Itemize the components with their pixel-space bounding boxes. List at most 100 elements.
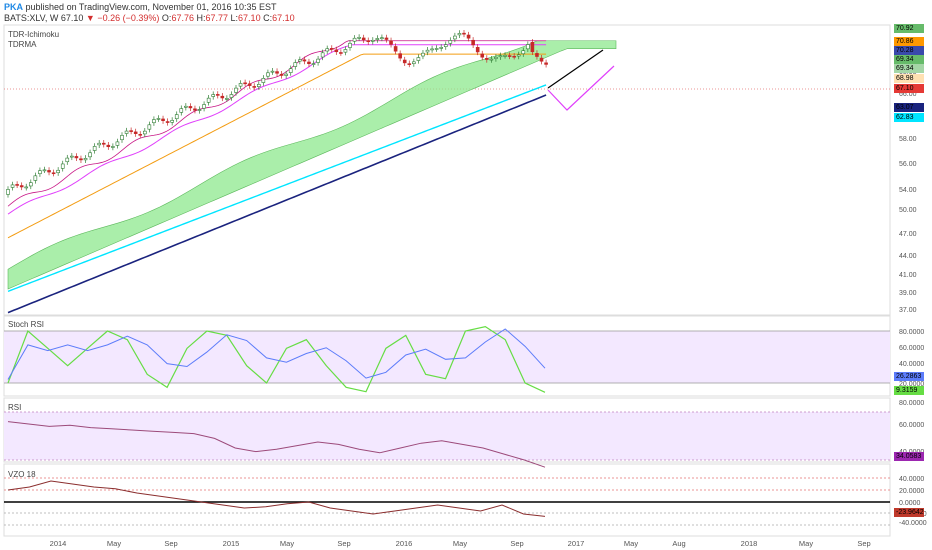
candle-body — [494, 57, 498, 59]
candle-body — [161, 118, 165, 121]
vzo-tag: -23.9642 — [894, 508, 924, 517]
candle-body — [453, 35, 457, 40]
candle-body — [129, 130, 133, 132]
candle-body — [65, 157, 70, 163]
candle-body — [115, 141, 120, 146]
candle-body — [79, 158, 83, 161]
candle-body — [225, 98, 229, 100]
time-tick-label: May — [280, 539, 294, 548]
candle-body — [402, 59, 407, 64]
indicator-tdrma-label[interactable]: TDRMA — [8, 40, 36, 49]
candle-body — [188, 106, 193, 109]
price-tick-label: 50.00 — [899, 207, 917, 214]
candle-body — [366, 40, 371, 42]
price-tag: 70.92 — [894, 24, 924, 33]
candle-body — [256, 84, 261, 87]
candle-body — [111, 146, 115, 148]
price-tick-label: 56.00 — [899, 161, 917, 168]
candle-body — [156, 118, 161, 120]
rsi-tag: 34.0583 — [894, 452, 924, 461]
candle-body — [170, 120, 174, 123]
candle-body — [393, 46, 398, 52]
candle-body — [184, 105, 188, 108]
candle-body — [352, 37, 357, 42]
candle-body — [247, 83, 252, 86]
candle-body — [19, 185, 24, 188]
price-tag: 67.10 — [894, 84, 924, 93]
candle-body — [384, 37, 389, 40]
candle-body — [343, 49, 348, 53]
stoch-d-tag: 26.2863 — [894, 372, 924, 381]
candle-body — [407, 63, 412, 65]
candle-body — [466, 34, 471, 39]
candle-body — [421, 52, 425, 57]
price-tag: 69.34 — [894, 64, 924, 73]
candle-body — [88, 152, 92, 158]
candle-body — [448, 40, 453, 44]
candle-body — [325, 48, 330, 52]
candle-body — [439, 47, 444, 49]
price-tick-label: 54.00 — [899, 187, 917, 194]
candle-body — [489, 58, 494, 61]
price-tick-label: 39.00 — [899, 290, 917, 297]
chart-canvas[interactable]: 70.9270.2869.3468.9866.0063.0762.8358.00… — [0, 0, 932, 550]
candle-body — [28, 182, 33, 187]
candle-body — [133, 131, 138, 134]
candle-body — [33, 175, 38, 181]
vzo-label[interactable]: VZO 18 — [8, 470, 36, 479]
candle-body — [311, 63, 316, 65]
price-tag: 69.34 — [894, 55, 924, 64]
candle-body — [480, 53, 485, 58]
price-tick-label: 58.00 — [899, 136, 917, 143]
price-tag: 70.28 — [894, 46, 924, 55]
candle-body — [425, 49, 430, 53]
indicator-ichimoku-label[interactable]: TDR-Ichimoku — [8, 30, 59, 39]
vzo-tick-label: 0.0000 — [899, 500, 921, 507]
candle-body — [243, 82, 247, 85]
time-tick-label: 2014 — [50, 539, 67, 548]
stoch-rsi-label[interactable]: Stoch RSI — [8, 320, 44, 329]
price-tag: 63.07 — [894, 103, 924, 112]
candle-body — [434, 48, 439, 50]
candle-body — [471, 39, 475, 46]
candle-body — [498, 55, 503, 58]
candle-body — [138, 134, 143, 136]
candle-body — [307, 61, 311, 64]
candle-body — [430, 48, 434, 51]
candle-body — [51, 172, 56, 175]
candle-body — [238, 83, 243, 87]
candle-body — [380, 37, 384, 39]
stoch-tick-label: 60.0000 — [899, 345, 924, 352]
candle-body — [503, 55, 507, 57]
candle-body — [10, 184, 15, 188]
candle-body — [38, 170, 42, 175]
time-tick-label: 2016 — [396, 539, 413, 548]
price-tick-label: 41.00 — [899, 272, 917, 279]
candle-body — [416, 57, 421, 61]
candle-body — [15, 184, 19, 186]
time-tick-label: Sep — [857, 539, 870, 548]
time-tick-label: 2015 — [223, 539, 240, 548]
candle-body — [6, 189, 10, 195]
candle-body — [288, 68, 293, 73]
rsi-tick-label: 80.0000 — [899, 400, 924, 407]
candle-body — [375, 38, 380, 40]
candle-body — [197, 109, 202, 111]
candle-body — [234, 87, 238, 93]
candle-body — [544, 62, 548, 65]
price-tag: 68.98 — [894, 74, 924, 83]
candle-body — [475, 47, 480, 53]
time-tick-label: May — [453, 539, 467, 548]
candle-body — [101, 142, 106, 145]
rsi-band — [4, 412, 890, 460]
candle-body — [539, 57, 544, 62]
candle-body — [143, 130, 147, 135]
candle-body — [398, 53, 402, 59]
candle-body — [211, 94, 215, 97]
rsi-label[interactable]: RSI — [8, 403, 21, 412]
candle-body — [47, 170, 51, 173]
candle-body — [298, 59, 302, 62]
main-panel[interactable] — [3, 24, 891, 316]
candle-body — [56, 169, 60, 174]
stoch-tick-label: 80.0000 — [899, 329, 924, 336]
